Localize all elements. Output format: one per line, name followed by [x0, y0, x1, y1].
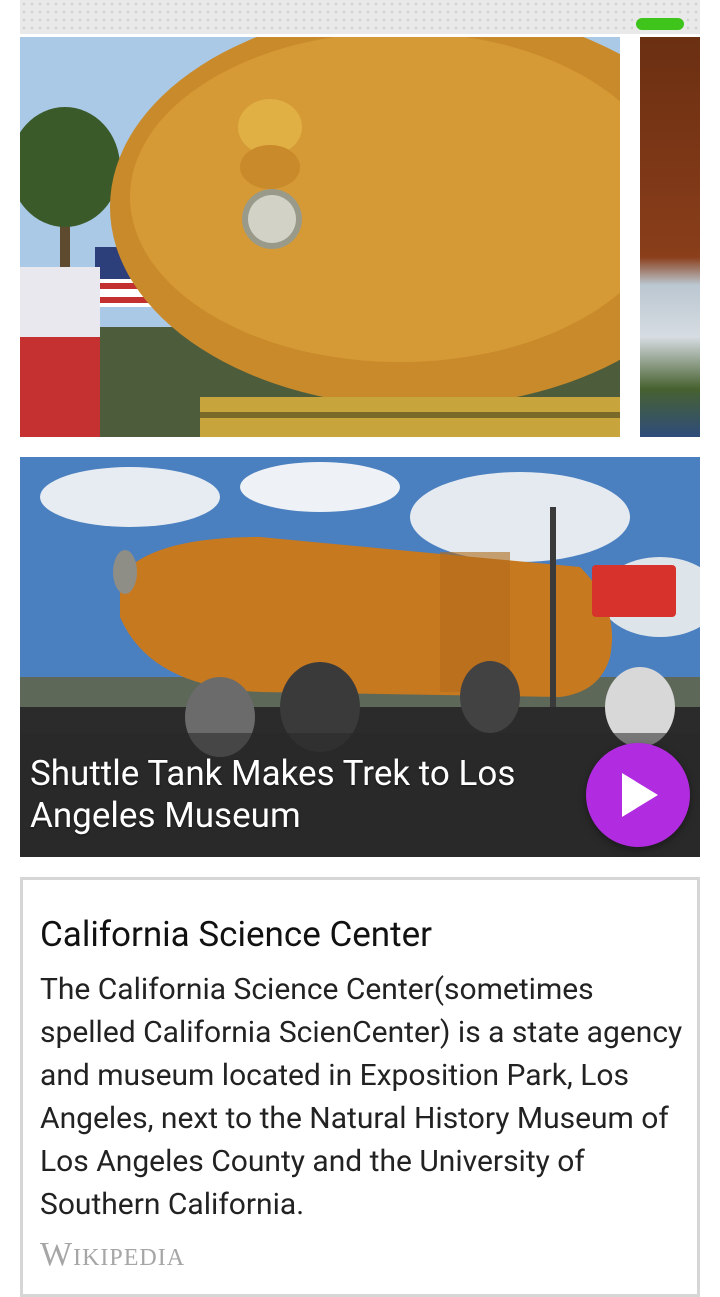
source-attribution[interactable]: Wikipedia — [40, 1236, 185, 1274]
info-card: California Science Center The California… — [20, 877, 700, 1297]
shuttle-tank-photo — [20, 37, 620, 437]
carousel-slide[interactable] — [640, 37, 700, 437]
video-card[interactable]: Shuttle Tank Makes Trek to Los Angeles M… — [20, 457, 700, 857]
status-bar — [20, 0, 700, 34]
play-button[interactable] — [586, 743, 690, 847]
battery-indicator — [636, 18, 684, 30]
play-icon — [622, 773, 658, 817]
info-description: The California Science Center(sometimes … — [40, 972, 683, 1222]
carousel-slide[interactable] — [20, 37, 620, 437]
video-title: Shuttle Tank Makes Trek to Los Angeles M… — [30, 753, 516, 836]
info-title: California Science Center — [40, 914, 432, 955]
image-carousel[interactable] — [20, 37, 700, 437]
